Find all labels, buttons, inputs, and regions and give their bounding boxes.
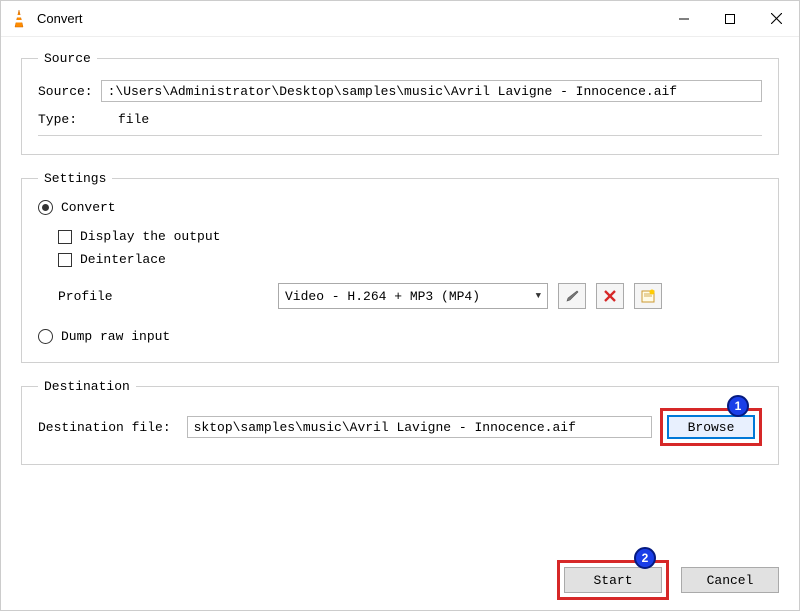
- profile-tool-button[interactable]: [558, 283, 586, 309]
- close-button[interactable]: [753, 1, 799, 37]
- dump-raw-radio[interactable]: [38, 329, 53, 344]
- convert-dialog: Convert Source Source: Type: file: [0, 0, 800, 611]
- deinterlace-label: Deinterlace: [80, 252, 166, 267]
- source-group: Source Source: Type: file: [21, 51, 779, 155]
- titlebar: Convert: [1, 1, 799, 37]
- minimize-button[interactable]: [661, 1, 707, 37]
- window-title: Convert: [37, 11, 83, 26]
- display-output-checkbox[interactable]: [58, 230, 72, 244]
- maximize-button[interactable]: [707, 1, 753, 37]
- annotation-badge-1: 1: [727, 395, 749, 417]
- type-label: Type:: [38, 112, 92, 127]
- annotation-browse: 1 Browse: [660, 408, 762, 446]
- browse-button[interactable]: Browse: [667, 415, 755, 439]
- vlc-icon: [9, 9, 29, 29]
- profile-new-button[interactable]: [634, 283, 662, 309]
- destination-legend: Destination: [38, 379, 136, 394]
- convert-label: Convert: [61, 200, 116, 215]
- dialog-buttons: 2 Start Cancel: [1, 558, 799, 610]
- start-button[interactable]: Start: [564, 567, 662, 593]
- profile-delete-button[interactable]: [596, 283, 624, 309]
- chevron-down-icon: ▼: [536, 291, 541, 301]
- source-legend: Source: [38, 51, 97, 66]
- destination-file-input[interactable]: [187, 416, 652, 438]
- cancel-button[interactable]: Cancel: [681, 567, 779, 593]
- window-controls: [661, 1, 799, 37]
- display-output-label: Display the output: [80, 229, 220, 244]
- destination-file-label: Destination file:: [38, 420, 171, 435]
- dump-raw-label: Dump raw input: [61, 329, 170, 344]
- convert-radio[interactable]: [38, 200, 53, 215]
- profile-select[interactable]: Video - H.264 + MP3 (MP4) ▼: [278, 283, 548, 309]
- type-value: file: [118, 112, 149, 127]
- annotation-start: 2 Start: [557, 560, 669, 600]
- annotation-badge-2: 2: [634, 547, 656, 569]
- source-input[interactable]: [101, 80, 762, 102]
- settings-group: Settings Convert Display the output Dein…: [21, 171, 779, 363]
- profile-value: Video - H.264 + MP3 (MP4): [285, 289, 480, 304]
- deinterlace-checkbox[interactable]: [58, 253, 72, 267]
- profile-label: Profile: [58, 289, 268, 304]
- source-label: Source:: [38, 84, 93, 99]
- settings-legend: Settings: [38, 171, 112, 186]
- destination-group: Destination Destination file: 1 Browse: [21, 379, 779, 465]
